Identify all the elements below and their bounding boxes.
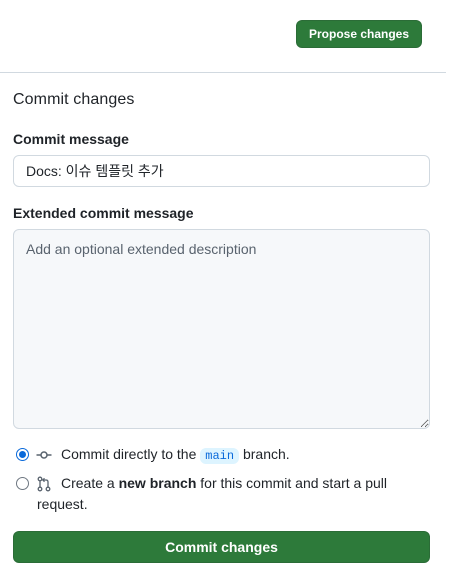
extended-message-textarea[interactable] [13, 229, 430, 429]
new-branch-prefix: Create a [61, 475, 115, 491]
new-branch-radio[interactable] [16, 477, 29, 490]
git-commit-icon [36, 451, 52, 459]
new-branch-suffix: for this commit and start a pull [200, 475, 388, 491]
extended-message-label: Extended commit message [13, 205, 194, 221]
commit-direct-radio[interactable] [16, 448, 29, 461]
commit-direct-prefix: Commit directly to the [61, 446, 197, 462]
git-pull-request-icon [37, 476, 51, 492]
propose-changes-button[interactable]: Propose changes [296, 20, 422, 48]
commit-message-label: Commit message [13, 131, 129, 147]
branch-name-chip: main [200, 448, 240, 464]
commit-changes-button[interactable]: Commit changes [13, 531, 430, 563]
commit-direct-suffix: branch. [242, 446, 290, 462]
commit-changes-title: Commit changes [13, 91, 135, 108]
new-branch-text: Create a new branch for this commit and … [61, 473, 431, 494]
new-branch-bold: new branch [118, 475, 197, 491]
commit-direct-text: Commit directly to the main branch. [61, 444, 431, 467]
new-branch-text-line2: request. [37, 496, 88, 512]
commit-message-input[interactable] [13, 155, 430, 187]
top-bar: Propose changes [0, 0, 446, 73]
